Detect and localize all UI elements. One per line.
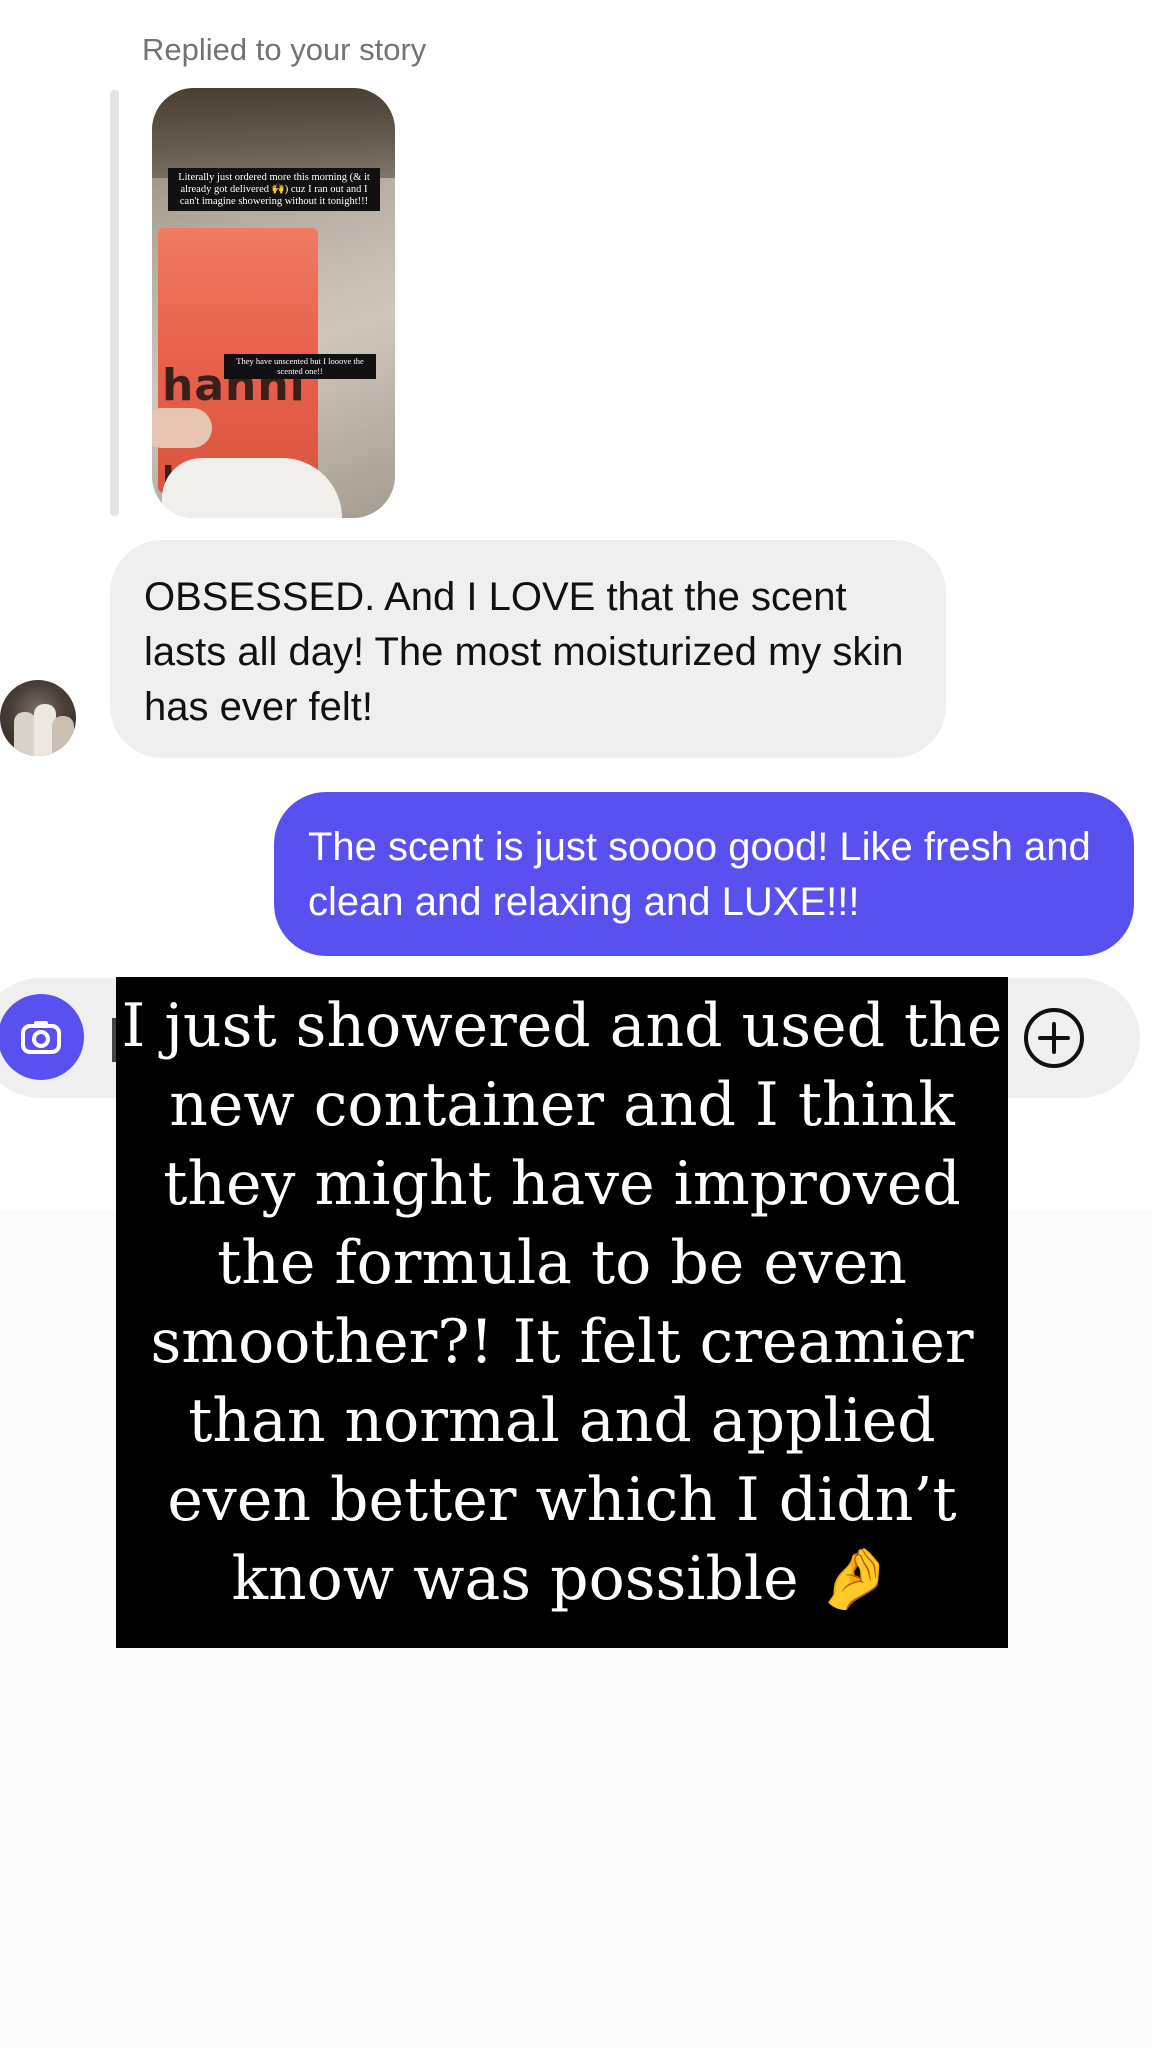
story-background	[152, 88, 395, 178]
towel-image	[162, 458, 342, 518]
replied-to-story-label: Replied to your story	[142, 32, 427, 67]
text-overlay-box: I just showered and used the new contain…	[116, 977, 1008, 1648]
incoming-message-bubble[interactable]: OBSESSED. And I LOVE that the scent last…	[110, 540, 946, 758]
outgoing-message-bubble[interactable]: The scent is just soooo good! Like fresh…	[274, 792, 1134, 956]
reply-quote-bar	[110, 90, 119, 516]
add-attachment-button[interactable]	[1022, 1006, 1086, 1070]
camera-button[interactable]	[0, 994, 84, 1080]
empty-bottom-area	[0, 1648, 1152, 2048]
story-thumbnail[interactable]: hanni hanni Literally just ordered more …	[152, 88, 395, 518]
overlay-caption: I just showered and used the new contain…	[121, 991, 1003, 1614]
story-caption-bottom: They have unscented but I looove the sce…	[224, 354, 376, 380]
plus-circle-icon	[1024, 1008, 1084, 1068]
avatar-figure	[52, 716, 74, 756]
avatar-figure	[14, 712, 36, 756]
sender-avatar[interactable]	[0, 680, 76, 756]
camera-icon	[21, 1021, 61, 1054]
hand-image	[152, 408, 212, 448]
story-caption-top: Literally just ordered more this morning…	[168, 168, 380, 212]
